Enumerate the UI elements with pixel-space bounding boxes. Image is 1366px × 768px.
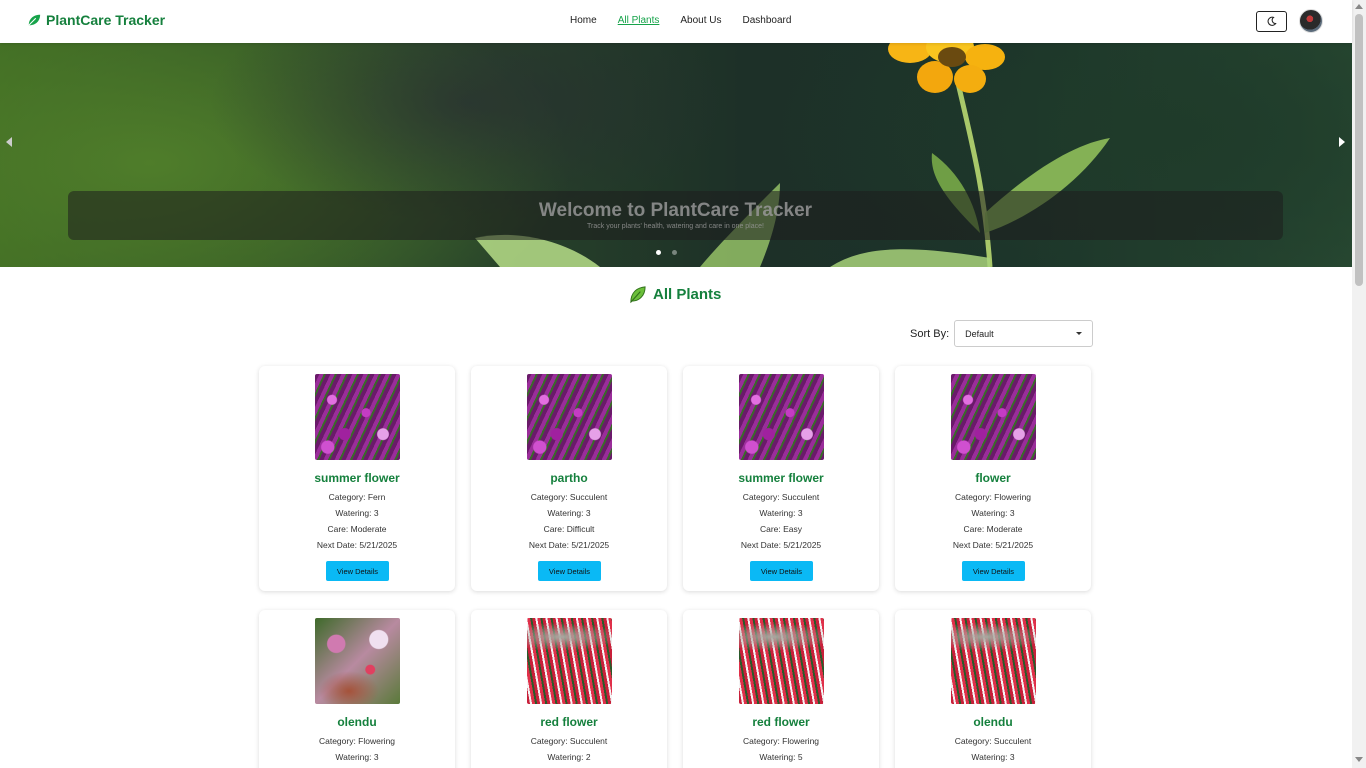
nav-link-all-plants[interactable]: All Plants [618, 15, 660, 26]
plant-next-date: Next Date: 5/21/2025 [528, 540, 610, 550]
carousel-next-button[interactable] [1339, 137, 1345, 147]
nav-link-dashboard[interactable]: Dashboard [743, 15, 792, 26]
viewport: PlantCare Tracker Home All Plants About … [0, 0, 1366, 768]
view-details-button[interactable]: View Details [750, 561, 813, 581]
view-details-button[interactable]: View Details [538, 561, 601, 581]
plant-watering: Watering: 5 [759, 752, 803, 762]
view-details-button[interactable]: View Details [962, 561, 1025, 581]
plant-name: summer flower [314, 471, 400, 485]
plant-image [739, 374, 824, 460]
hero-title: Welcome to PlantCare Tracker [538, 200, 813, 221]
plant-care: Care: Difficult [543, 524, 595, 534]
page-scrollbar[interactable] [1352, 0, 1366, 768]
plant-image [739, 618, 824, 704]
brand-name: PlantCare Tracker [46, 12, 166, 28]
plant-image [315, 374, 400, 460]
chevron-down-icon [1076, 332, 1083, 335]
plant-image [527, 618, 612, 704]
sort-control: Sort By: Default [910, 320, 1094, 347]
plant-care: Care: Moderate [327, 524, 387, 534]
sort-selected-value: Default [965, 328, 994, 339]
plant-next-date: Next Date: 5/21/2025 [952, 540, 1034, 550]
theme-toggle-button[interactable] [1256, 11, 1287, 32]
hero-carousel: Welcome to PlantCare Tracker Track your … [0, 43, 1352, 267]
plant-category: Category: Succulent [954, 736, 1032, 746]
plant-card: summer flower Category: Succulent Wateri… [683, 366, 879, 591]
plant-category: Category: Flowering [954, 492, 1032, 502]
plant-watering: Watering: 3 [971, 508, 1015, 518]
section-heading: All Plants [628, 285, 721, 304]
leaf-icon [630, 286, 646, 304]
navbar: PlantCare Tracker Home All Plants About … [0, 0, 1352, 43]
plant-watering: Watering: 3 [335, 752, 379, 762]
plant-category: Category: Flowering [742, 736, 820, 746]
scroll-thumb[interactable] [1355, 14, 1363, 286]
plant-watering: Watering: 3 [971, 752, 1015, 762]
sort-label: Sort By: [910, 327, 950, 340]
plant-card: flower Category: Flowering Watering: 3 C… [895, 366, 1091, 591]
plant-watering: Watering: 3 [759, 508, 803, 518]
plant-name: red flower [540, 715, 598, 729]
plant-watering: Watering: 2 [547, 752, 591, 762]
plant-name: olendu [337, 715, 377, 729]
plant-image [315, 618, 400, 704]
plant-name: summer flower [738, 471, 824, 485]
plant-name: olendu [973, 715, 1013, 729]
carousel-dot[interactable] [672, 250, 677, 255]
scroll-down-arrow[interactable] [1355, 757, 1363, 762]
plant-category: Category: Fern [328, 492, 386, 502]
scroll-up-arrow[interactable] [1355, 4, 1363, 9]
plant-name: partho [550, 471, 588, 485]
nav-link-home[interactable]: Home [570, 15, 597, 26]
plant-name: flower [975, 471, 1011, 485]
plant-watering: Watering: 3 [335, 508, 379, 518]
carousel-prev-button[interactable] [6, 137, 12, 147]
plant-image [527, 374, 612, 460]
plant-image [951, 374, 1036, 460]
plant-category: Category: Succulent [530, 492, 608, 502]
plant-next-date: Next Date: 5/21/2025 [740, 540, 822, 550]
nav-link-about-us[interactable]: About Us [680, 15, 721, 26]
brand-logo[interactable]: PlantCare Tracker [27, 12, 165, 28]
plant-name: red flower [752, 715, 810, 729]
hero-caption: Welcome to PlantCare Tracker Track your … [68, 191, 1283, 240]
plant-card: red flower Category: Flowering Watering:… [683, 610, 879, 768]
plant-card: red flower Category: Succulent Watering:… [471, 610, 667, 768]
plant-category: Category: Succulent [530, 736, 608, 746]
plant-image [951, 618, 1036, 704]
plant-card: summer flower Category: Fern Watering: 3… [259, 366, 455, 591]
plant-watering: Watering: 3 [547, 508, 591, 518]
carousel-dot[interactable] [656, 250, 661, 255]
carousel-indicators [656, 250, 677, 255]
plant-care: Care: Easy [759, 524, 803, 534]
section-title: All Plants [653, 286, 722, 303]
plant-next-date: Next Date: 5/21/2025 [316, 540, 398, 550]
hero-subtitle: Track your plants' health, watering and … [587, 223, 764, 230]
nav-links: Home All Plants About Us Dashboard [570, 15, 791, 26]
plant-category: Category: Succulent [742, 492, 820, 502]
sort-select[interactable]: Default [954, 320, 1094, 347]
view-details-button[interactable]: View Details [326, 561, 389, 581]
leaf-icon [28, 14, 41, 26]
plant-category: Category: Flowering [318, 736, 396, 746]
moon-icon [1267, 16, 1277, 26]
user-avatar[interactable] [1299, 9, 1323, 33]
plant-card: olendu Category: Succulent Watering: 3 [895, 610, 1091, 768]
plant-card: partho Category: Succulent Watering: 3 C… [471, 366, 667, 591]
plant-care: Care: Moderate [963, 524, 1023, 534]
plant-card: olendu Category: Flowering Watering: 3 [259, 610, 455, 768]
